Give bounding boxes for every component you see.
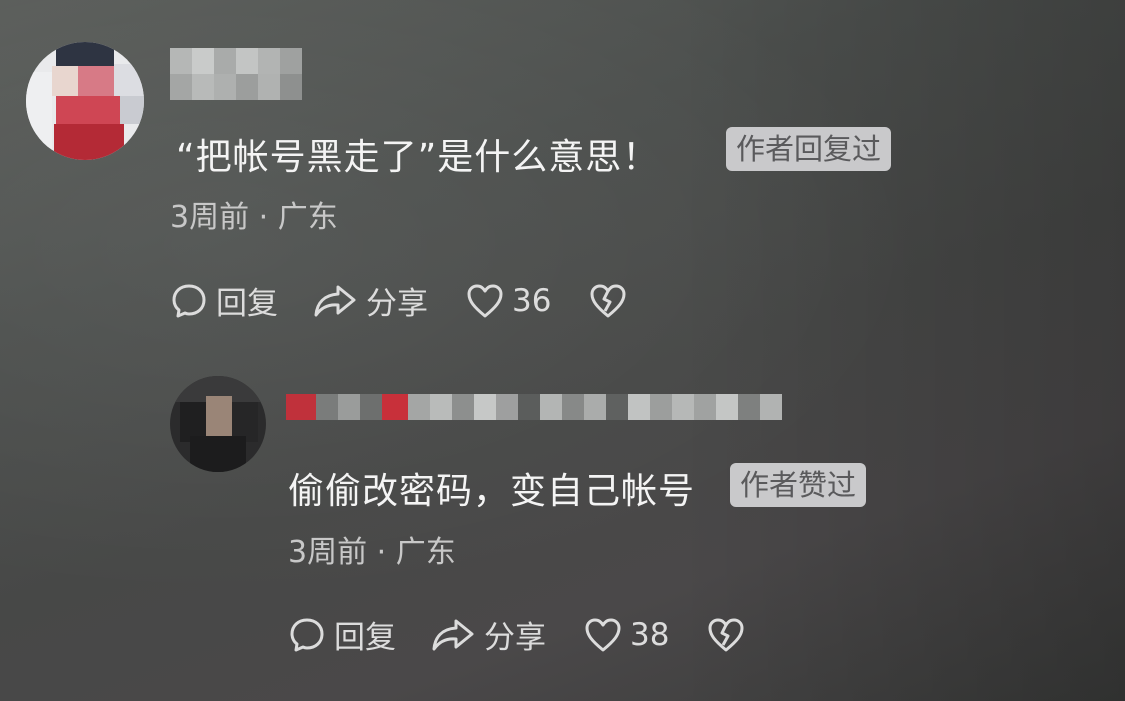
share-arrow-icon [314, 285, 356, 316]
broken-heart-icon [590, 284, 626, 317]
dislike-button[interactable] [707, 617, 745, 653]
username-blurred[interactable] [170, 48, 302, 74]
dislike-button[interactable] [589, 283, 627, 319]
background-shade [0, 0, 1125, 701]
share-arrow-icon [432, 619, 474, 650]
comment-meta: 3周前 · 广东 [170, 200, 338, 235]
author-replied-badge: 作者回复过 [726, 127, 892, 171]
comment-icon [172, 284, 206, 317]
like-button[interactable]: 38 [584, 617, 669, 653]
share-label: 分享 [366, 286, 428, 322]
share-button[interactable]: 分享 [430, 612, 546, 657]
like-count: 36 [512, 282, 552, 319]
heart-icon [585, 618, 621, 651]
reply-button[interactable]: 回复 [170, 278, 278, 323]
comment-text: “把帐号黑走了”是什么意思！ [176, 137, 660, 178]
reply-label: 回复 [216, 286, 278, 322]
like-count: 38 [630, 616, 670, 653]
like-button[interactable]: 36 [466, 283, 551, 319]
share-button[interactable]: 分享 [312, 278, 428, 323]
reply-button[interactable]: 回复 [288, 612, 396, 657]
author-liked-badge: 作者赞过 [730, 463, 867, 507]
user-avatar[interactable] [170, 376, 266, 472]
comment-meta: 3周前 · 广东 [288, 535, 456, 570]
comment-actions: 回复 分享 38 [288, 612, 745, 657]
reply-label: 回复 [334, 620, 396, 656]
username-blurred[interactable] [286, 394, 782, 420]
heart-icon [467, 284, 503, 317]
comment-icon [290, 618, 324, 651]
comment-actions: 回复 分享 36 [170, 278, 627, 323]
share-label: 分享 [484, 620, 546, 656]
user-avatar[interactable] [26, 42, 144, 160]
comment-text: 偷偷改密码，变自己帐号 [288, 471, 696, 512]
username-blurred-row2 [170, 74, 302, 100]
broken-heart-icon [708, 618, 744, 651]
